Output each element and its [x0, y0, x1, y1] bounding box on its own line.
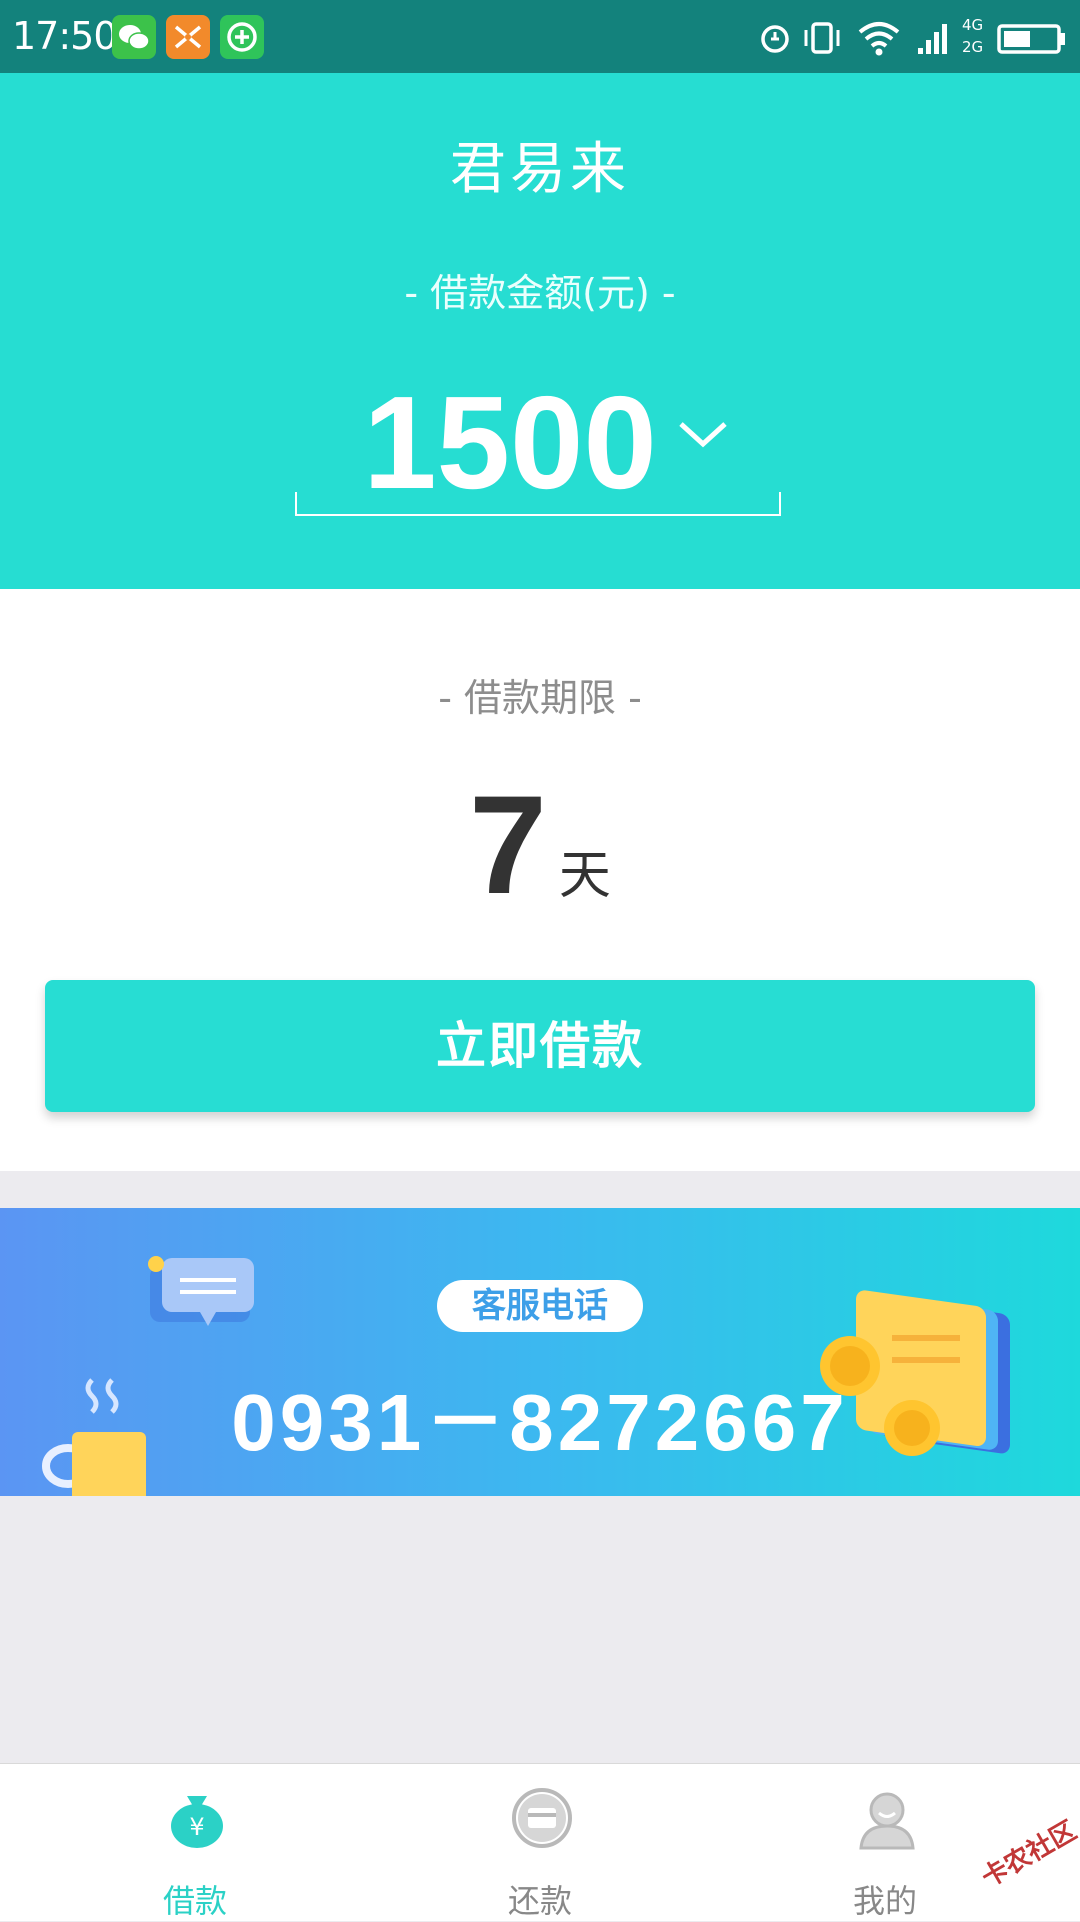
- shuffle-app-icon: [166, 15, 210, 59]
- amount-label: - 借款金额(元) -: [404, 271, 676, 315]
- term-label: - 借款期限 -: [438, 676, 642, 720]
- wifi-icon: [858, 22, 900, 56]
- status-bar: 17:50 4G 2G: [0, 0, 1080, 73]
- amount-selector[interactable]: 1500: [295, 368, 785, 518]
- network-label-2g: 2G: [962, 38, 984, 56]
- term-unit: 天: [558, 846, 611, 906]
- status-time: 17:50: [12, 14, 118, 58]
- user-profile-icon: [859, 1792, 915, 1850]
- vibrate-icon: [804, 22, 840, 54]
- customer-service-pill: 客服电话: [437, 1280, 643, 1332]
- network-label-4g: 4G: [962, 16, 984, 34]
- nav-label-repay: 还款: [507, 1882, 572, 1920]
- loan-amount-header: 君易来 - 借款金额(元) - 1500: [0, 73, 1080, 589]
- money-bag-icon: ¥: [171, 1796, 223, 1848]
- plus-app-icon: [220, 15, 264, 59]
- nav-item-repay[interactable]: 还款: [360, 1764, 720, 1921]
- signal-icon: [918, 24, 947, 54]
- term-value: 7: [469, 766, 547, 923]
- bottom-navigation: ¥ 借款 还款 我的 卡农社区: [0, 1763, 1080, 1921]
- customer-service-banner[interactable]: 客服电话 0931－8272667: [0, 1208, 1080, 1496]
- repay-card-icon: [512, 1788, 572, 1848]
- borrow-now-button[interactable]: 立即借款: [45, 980, 1035, 1112]
- nav-item-borrow[interactable]: ¥ 借款: [15, 1764, 375, 1921]
- chevron-down-icon[interactable]: [673, 414, 733, 454]
- term-card: - 借款期限 - 7天 立即借款: [0, 589, 1080, 1171]
- wechat-icon: [112, 15, 156, 59]
- alarm-icon: [761, 25, 789, 53]
- svg-text:¥: ¥: [189, 1813, 204, 1841]
- amount-underline: [295, 492, 781, 516]
- nav-label-borrow: 借款: [162, 1882, 227, 1920]
- battery-icon: [997, 24, 1065, 54]
- coin-cards-icon: [820, 1290, 1010, 1456]
- chat-bubble-icon: [148, 1256, 254, 1326]
- term-display: 7天: [0, 764, 1080, 926]
- page-title: 君易来: [450, 137, 630, 202]
